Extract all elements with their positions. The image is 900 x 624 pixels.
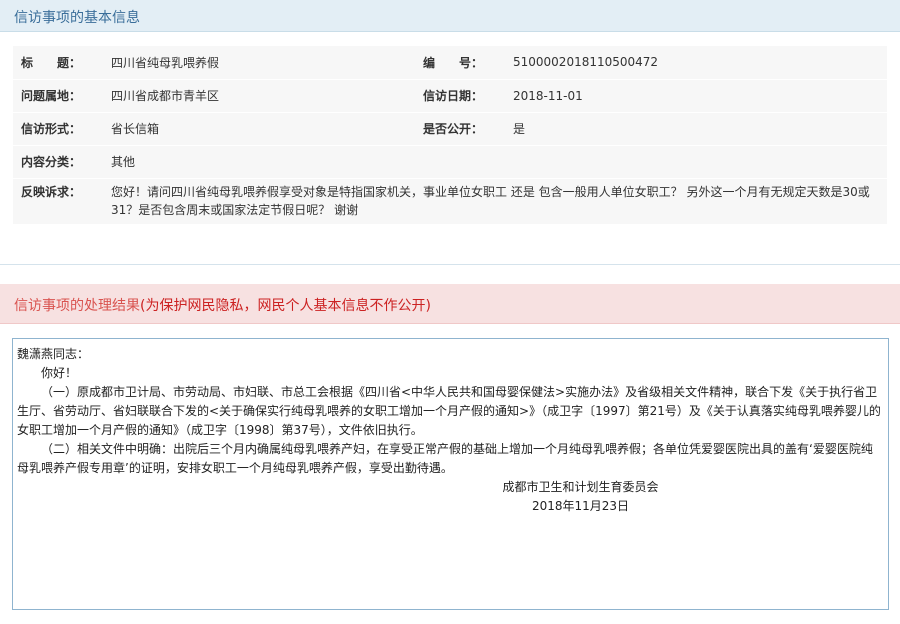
reply-sign-org: 成都市卫生和计划生育委员会	[502, 480, 659, 494]
location-value: 四川省成都市青羊区	[103, 79, 415, 113]
info-row: 内容分类： 其他	[13, 145, 887, 179]
info-table: 标 题： 四川省纯母乳喂养假 编 号： 5100002018110500472 …	[13, 46, 887, 225]
appeal-label: 反映诉求：	[13, 178, 103, 225]
date-label: 信访日期：	[415, 79, 505, 113]
result-title-text: 信访事项的处理结果	[14, 298, 140, 314]
info-row: 问题属地： 四川省成都市青羊区 信访日期： 2018-11-01	[13, 79, 887, 113]
title-label: 标 题：	[13, 46, 103, 80]
location-label: 问题属地：	[13, 79, 103, 113]
date-value: 2018-11-01	[505, 79, 887, 113]
category-label: 内容分类：	[13, 145, 103, 179]
reply-paragraph-1: （一）原成都市卫计局、市劳动局、市妇联、市总工会根据《四川省<中华人民共和国母婴…	[17, 385, 881, 437]
section-divider	[0, 264, 900, 265]
reply-greeting: 你好！	[41, 366, 78, 380]
title-value: 四川省纯母乳喂养假	[103, 46, 415, 80]
number-value: 5100002018110500472	[505, 46, 887, 80]
appeal-value: 您好！请问四川省纯母乳喂养假享受对象是特指国家机关，事业单位女职工 还是 包含一…	[103, 178, 887, 225]
reply-salutation: 魏潇燕同志：	[17, 347, 90, 361]
basic-info-header: 信访事项的基本信息	[0, 0, 900, 32]
public-label: 是否公开：	[415, 112, 505, 146]
form-value: 省长信箱	[103, 112, 415, 146]
info-row: 标 题： 四川省纯母乳喂养假 编 号： 5100002018110500472	[13, 46, 887, 80]
reply-paragraph-2: （二）相关文件中明确：出院后三个月内确属纯母乳喂养产妇，在享受正常产假的基础上增…	[17, 442, 873, 475]
number-label: 编 号：	[415, 46, 505, 80]
info-row: 信访形式： 省长信箱 是否公开： 是	[13, 112, 887, 146]
privacy-note: (为保护网民隐私，网民个人基本信息不作公开)	[140, 298, 431, 314]
reply-sign-date: 2018年11月23日	[531, 499, 630, 513]
public-value: 是	[505, 112, 887, 146]
basic-info-title: 信访事项的基本信息	[14, 10, 140, 26]
reply-content-box[interactable]: 魏潇燕同志： 你好！ （一）原成都市卫计局、市劳动局、市妇联、市总工会根据《四川…	[12, 338, 889, 610]
result-header: 信访事项的处理结果(为保护网民隐私，网民个人基本信息不作公开)	[0, 284, 900, 324]
category-value: 其他	[103, 145, 887, 179]
result-title: 信访事项的处理结果(为保护网民隐私，网民个人基本信息不作公开)	[14, 295, 431, 315]
form-label: 信访形式：	[13, 112, 103, 146]
info-row: 反映诉求： 您好！请问四川省纯母乳喂养假享受对象是特指国家机关，事业单位女职工 …	[13, 178, 887, 225]
